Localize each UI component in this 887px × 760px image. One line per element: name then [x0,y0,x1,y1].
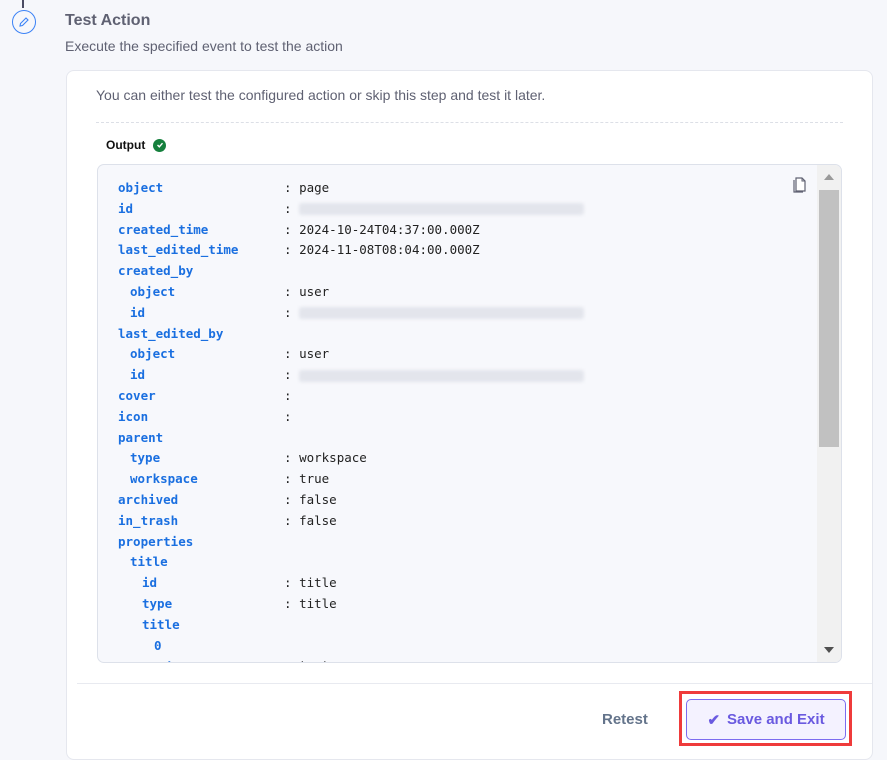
output-value: : [284,199,585,220]
value-text: user [299,346,330,362]
copy-icon[interactable] [791,175,807,198]
output-key: type [142,595,173,611]
output-key: last_edited_time [118,242,239,258]
step-title: Test Action [65,12,151,29]
output-key: properties [118,533,194,549]
value-text: true [299,471,330,487]
retest-button[interactable]: Retest [602,711,648,728]
output-key: type [166,656,196,662]
hint-text: You can either test the configured actio… [96,87,546,103]
output-header: Output [106,138,167,152]
value-text: user [299,283,330,299]
output-value: : user [284,283,330,299]
output-key: 0 [154,637,162,653]
output-value: : 2024-10-24T04:37:00.000Z [284,221,480,237]
output-value: : title [284,575,337,591]
redacted-value [299,307,585,320]
output-value: : 2024-11-08T08:04:00.000Z [284,242,480,258]
redacted-value [299,369,585,382]
output-value: : true [284,471,330,487]
output-key: id [118,200,134,216]
scroll-up-arrow-icon[interactable] [824,174,834,180]
value-text: 2024-10-24T04:37:00.000Z [299,221,480,237]
output-label: Output [106,138,146,152]
output-key: workspace [130,471,198,487]
save-label: Save and Exit [727,711,825,728]
output-key: last_edited_by [118,325,224,341]
output-value: : [284,303,585,324]
output-key: created_time [118,221,209,237]
value-text: false [299,512,337,528]
scrollbar[interactable] [817,165,841,662]
output-value: : [284,387,292,403]
scroll-down-arrow-icon[interactable] [824,647,834,653]
output-key: object [130,346,176,362]
output-key: id [130,367,146,383]
output-value: : [284,408,292,424]
scrollbar-thumb[interactable] [819,190,839,447]
output-key: title [130,554,168,570]
output-value: : workspace [284,450,367,466]
output-panel[interactable]: object: page id: created_time: 2024-10-24… [97,164,842,663]
output-key: archived [118,491,179,507]
footer-divider [77,683,872,684]
save-and-exit-button[interactable]: ✔ Save and Exit [686,699,846,740]
redacted-value [299,203,585,216]
divider [96,122,843,123]
output-value: : false [284,512,337,528]
output-key: parent [118,429,164,445]
output-value: : page [284,180,330,195]
success-check-icon [153,138,167,152]
output-value: : false [284,491,337,507]
output-value: : [284,365,585,386]
output-key: id [130,304,146,320]
output-value: : user [284,346,330,362]
value-text: text [299,658,329,662]
output-key: in_trash [118,512,179,528]
output-value: : title [284,595,337,611]
value-text: workspace [299,450,367,466]
value-text: page [299,180,330,195]
checkmark-icon: ✔ [707,711,721,729]
test-action-card: You can either test the configured actio… [66,70,873,760]
output-key: title [142,616,180,632]
output-value: : text [284,656,329,662]
output-key: created_by [118,263,194,279]
value-text: 2024-11-08T08:04:00.000Z [299,242,480,258]
output-key: object [130,283,176,299]
output-key: object [118,180,164,195]
value-text: false [299,491,337,507]
output-key: cover [118,387,156,403]
output-key: icon [118,408,149,424]
value-text: title [299,595,337,611]
step-subtitle: Execute the specified event to test the … [65,38,343,54]
step-connector [22,0,24,8]
output-key: id [142,575,158,591]
output-key: type [130,450,161,466]
value-text: title [299,575,337,591]
pencil-icon [12,10,36,34]
